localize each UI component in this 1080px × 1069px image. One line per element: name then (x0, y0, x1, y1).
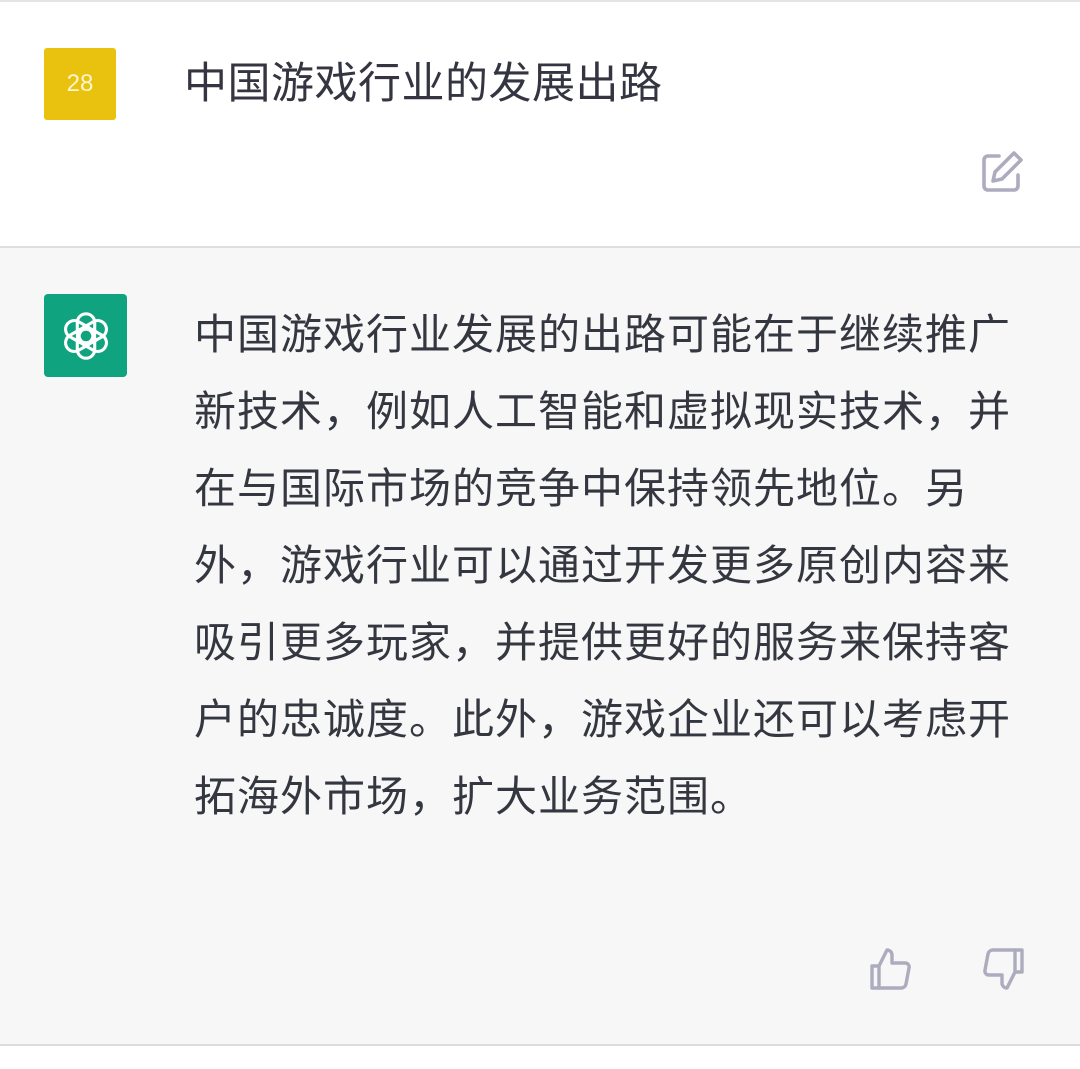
thumbs-up-button[interactable] (866, 944, 916, 994)
user-avatar: 28 (44, 48, 116, 120)
page-footer-space (0, 1046, 1080, 1069)
edit-icon[interactable] (978, 148, 1026, 196)
user-message: 28 中国游戏行业的发展出路 (0, 0, 1080, 246)
assistant-message-text: 中国游戏行业发展的出路可能在于继续推广新技术，例如人工智能和虚拟现实技术，并在与… (194, 310, 1012, 821)
user-message-text: 中国游戏行业的发展出路 (184, 59, 663, 109)
assistant-message: 中国游戏行业发展的出路可能在于继续推广新技术，例如人工智能和虚拟现实技术，并在与… (0, 246, 1080, 1046)
user-avatar-label: 28 (66, 70, 94, 97)
thumbs-down-button[interactable] (978, 944, 1028, 994)
openai-logo-icon (63, 311, 108, 360)
thumbs-up-icon (870, 948, 911, 990)
assistant-avatar (44, 294, 127, 377)
thumbs-down-icon (983, 948, 1024, 990)
